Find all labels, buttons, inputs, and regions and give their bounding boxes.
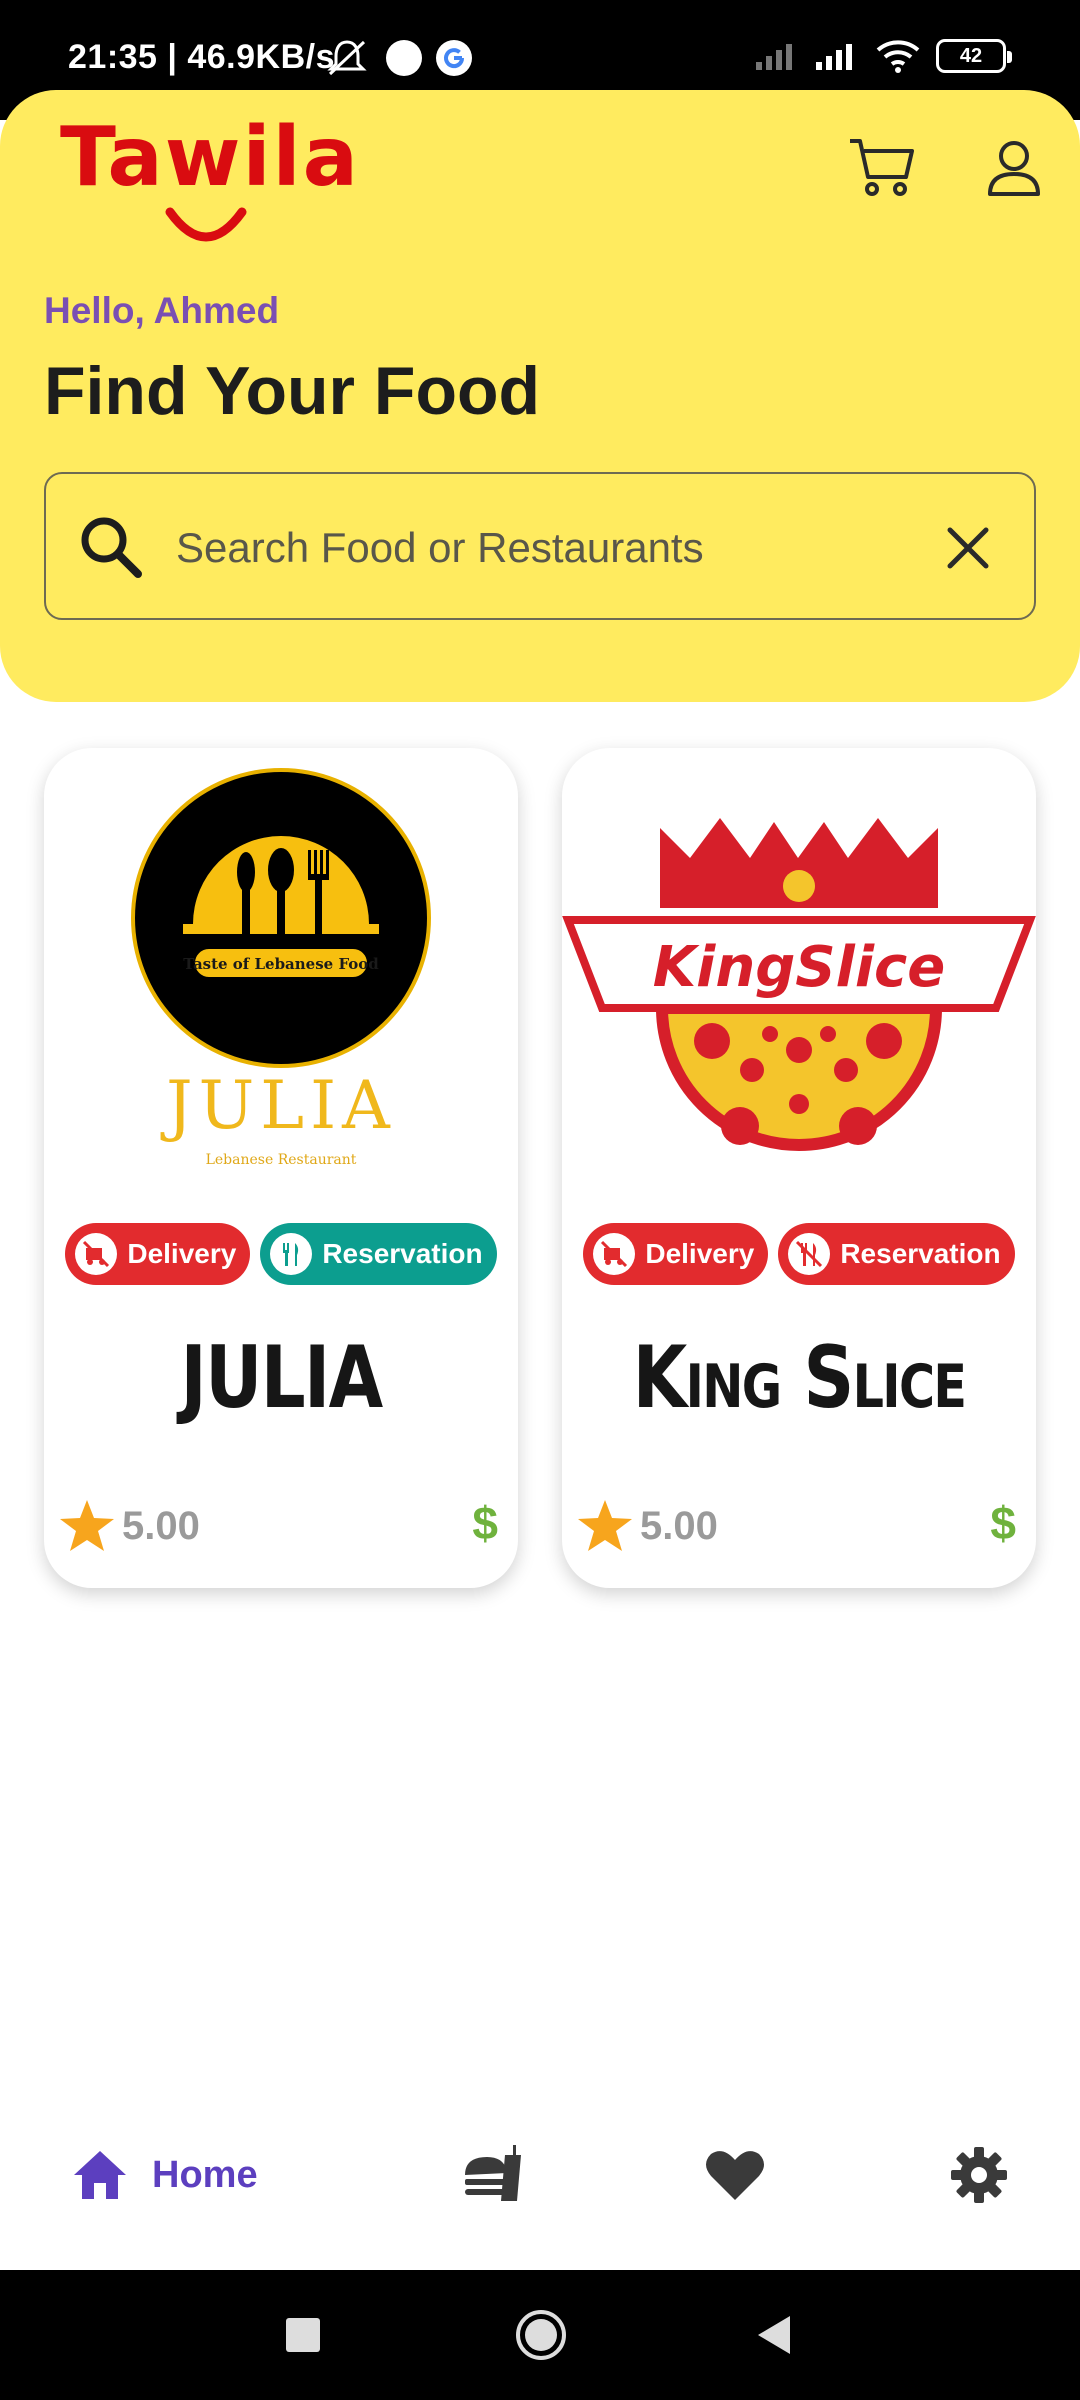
service-badges: Delivery Reservation (562, 1223, 1036, 1285)
restaurant-utensils-icon (270, 1233, 313, 1275)
restaurant-logo-julia: Taste of Lebanese Food JULIA Lebanese Re… (131, 768, 431, 1168)
restaurant-logo-king-slice: KingSlice (562, 818, 1036, 1151)
header: Tawila Hello, Ahmed Find Your Food (0, 90, 1080, 702)
nav-home[interactable]: Home (72, 2140, 258, 2210)
mute-icon (327, 40, 367, 76)
delivery-badge: Delivery (583, 1223, 769, 1285)
restaurant-name: King Slice (632, 1328, 967, 1428)
no-delivery-icon (593, 1233, 636, 1275)
reservation-badge: Reservation (260, 1223, 497, 1285)
rating-value: 5.00 (122, 1503, 200, 1548)
delivery-badge: Delivery (65, 1223, 251, 1285)
julia-logo-subtext: Lebanese Restaurant (206, 1152, 357, 1168)
notification-app-icon (386, 40, 422, 76)
profile-button[interactable] (974, 128, 1054, 208)
gear-icon (951, 2147, 1007, 2203)
restaurant-rating: 5.00 (576, 1498, 718, 1554)
home-icon (74, 2151, 126, 2199)
no-delivery-icon (75, 1233, 118, 1275)
star-icon (60, 1500, 114, 1551)
restaurant-card[interactable]: KingSlice Delivery Reservation King Slic… (562, 748, 1036, 1588)
page-title: Find Your Food (44, 353, 541, 429)
julia-logo-wordmark: JULIA (160, 1067, 396, 1144)
bottom-navigation: Home (0, 2090, 1080, 2270)
fastfood-icon (465, 2145, 521, 2201)
system-navigation-bar (0, 2270, 1080, 2400)
search-box[interactable] (44, 472, 1036, 620)
cart-icon (850, 139, 914, 196)
home-nav-icon[interactable] (514, 2308, 568, 2362)
price-level: $ (990, 1497, 1016, 1549)
google-icon (436, 40, 472, 76)
back-icon[interactable] (754, 2314, 794, 2356)
reservation-label: Reservation (322, 1238, 483, 1269)
julia-logo-ribbon: Taste of Lebanese Food (183, 955, 379, 973)
wifi-icon (876, 40, 920, 73)
reservation-label: Reservation (840, 1238, 1001, 1269)
price-level: $ (472, 1497, 498, 1549)
restaurant-rating: 5.00 (58, 1498, 200, 1554)
app-logo: Tawila (60, 110, 358, 260)
battery-indicator: 42 (936, 39, 1012, 73)
no-reservation-icon (788, 1233, 831, 1275)
nav-menu[interactable] (458, 2140, 528, 2210)
greeting-text: Hello, Ahmed (44, 290, 280, 331)
status-right-icons: 42 (754, 38, 1012, 74)
signal-off-icon (756, 44, 792, 70)
star-icon (578, 1500, 632, 1551)
nav-favorites[interactable] (700, 2140, 770, 2210)
restaurant-card[interactable]: Taste of Lebanese Food JULIA Lebanese Re… (44, 748, 518, 1588)
nav-home-label: Home (152, 2153, 258, 2196)
service-badges: Delivery Reservation (44, 1223, 518, 1285)
king-slice-logo-wordmark: KingSlice (653, 935, 945, 1000)
search-icon (81, 517, 142, 578)
delivery-label: Delivery (645, 1238, 755, 1269)
cart-button[interactable] (842, 128, 922, 208)
clear-search-icon[interactable] (938, 518, 998, 578)
logo-smile-icon (165, 207, 247, 242)
signal-icon (816, 44, 852, 70)
app-logo-text: Tawila (60, 110, 361, 205)
heart-icon (706, 2151, 764, 2200)
recents-icon[interactable] (284, 2316, 322, 2354)
status-time-speed: 21:35 | 46.9KB/s (68, 38, 336, 76)
rating-value: 5.00 (640, 1503, 718, 1548)
search-input[interactable] (176, 504, 936, 592)
nav-settings[interactable] (944, 2140, 1014, 2210)
delivery-label: Delivery (127, 1238, 237, 1269)
restaurant-name: JULIA (180, 1328, 383, 1428)
reservation-badge: Reservation (778, 1223, 1015, 1285)
user-icon (988, 141, 1040, 196)
